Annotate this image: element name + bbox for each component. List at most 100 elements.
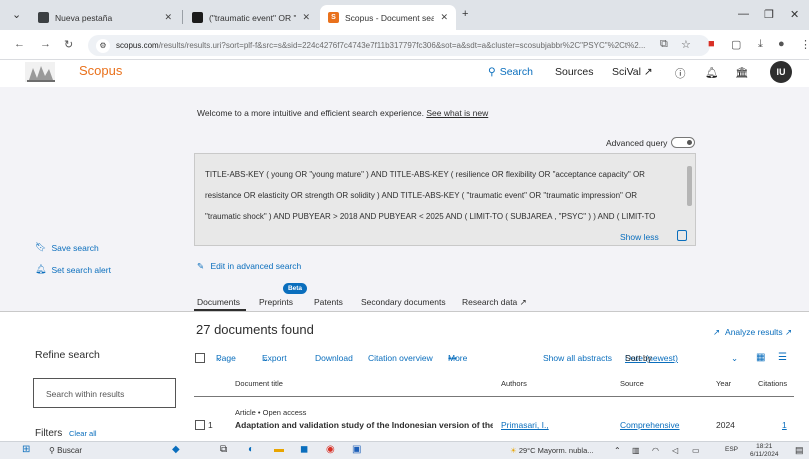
close-tab-icon[interactable]: ✕ [302,12,310,23]
clock-date: 6/11/2024 [750,451,779,458]
bookmark-star-icon[interactable]: ☆ [681,38,691,51]
nav-sources[interactable]: Sources [555,66,594,78]
reload-icon[interactable]: ↻ [64,38,73,51]
user-avatar[interactable]: IU [770,61,792,83]
result-citations-link[interactable]: 1 [782,420,787,430]
browser-tab-new-tab[interactable]: Nueva pestaña ✕ [30,5,180,30]
scopus-favicon-icon: S [328,12,339,23]
translate-icon[interactable]: ⧉ [660,38,668,51]
weather-widget[interactable]: ☀ 29°C Mayorm. nubla... [510,446,594,455]
clear-all-link[interactable]: Clear all [69,429,97,438]
chrome-taskbar-icon[interactable]: ◉ [326,444,335,455]
edit-advanced-search-link[interactable]: ✎ Edit in advanced search [197,261,301,272]
tab-secondary-documents[interactable]: Secondary documents [361,297,446,307]
show-less-button[interactable]: Show less [620,232,659,242]
column-header-year[interactable]: Year [716,379,731,388]
institution-icon[interactable]: 🏛︎ [735,66,748,79]
save-search-link[interactable]: 🔖︎ Save search [35,242,99,253]
notifications-bell-icon[interactable]: 🔔︎ [705,66,718,79]
search-icon: ⚲ [488,66,496,78]
minimize-icon[interactable]: — [738,8,749,20]
download-icon[interactable]: ⤓ [758,38,763,51]
sort-chevron-down-icon[interactable]: ⌄ [731,353,738,364]
see-what-is-new-link[interactable]: See what is new [426,108,488,118]
profile-icon[interactable]: ● [778,38,785,50]
volume-icon[interactable]: ◁ [672,446,678,455]
restore-icon[interactable]: ❐ [764,8,774,21]
result-title-link[interactable]: Adaptation and validation study of the I… [235,420,493,430]
citation-overview-button[interactable]: Citation overview [368,353,433,363]
select-all-checkbox[interactable] [195,353,205,363]
windows-start-icon[interactable]: ⊞ [22,444,30,455]
save-search-label: Save search [51,242,99,253]
wifi-icon[interactable]: ◠ [652,446,659,455]
close-tab-icon[interactable]: ✕ [440,12,448,23]
filters-label: Filters [35,428,63,439]
menu-icon[interactable]: ⋮ [800,38,809,51]
word-icon[interactable]: ▣ [352,444,361,455]
query-line: TITLE-ABS-KEY ( young OR "young mature" … [205,170,645,179]
show-all-abstracts-button[interactable]: Show all abstracts [543,353,612,363]
nav-search[interactable]: ⚲ Search [488,66,533,78]
back-icon[interactable]: ← [14,38,25,50]
sort-by-label: Sort by [625,353,652,363]
tray-app-icon[interactable]: ▥ [632,446,640,455]
browser-tab-search[interactable]: ("traumatic event" OR "trauma ✕ [184,5,318,30]
browser-tab-scopus[interactable]: S Scopus - Document search res ✕ [320,5,456,30]
result-checkbox[interactable] [195,420,205,430]
result-source-link[interactable]: Comprehensive [620,420,680,430]
sort-by-control[interactable]: Sort by Date (newest) [625,353,678,363]
taskbar-search-label: Buscar [57,446,82,455]
column-header-citations[interactable]: Citations [758,379,787,388]
language-indicator[interactable]: ESP [725,446,738,453]
extension-icon[interactable]: ■ [708,38,715,50]
tray-chevron-icon[interactable]: ⌃ [614,446,621,455]
query-scrollbar[interactable] [686,158,693,222]
file-explorer-icon[interactable]: ▬ [274,444,284,455]
result-authors-link[interactable]: Primasari, I., [501,420,549,430]
site-info-icon[interactable]: ⚙ [96,38,110,53]
analyze-results-link[interactable]: ↗ Analyze results ↗ [713,327,792,338]
toggle-switch[interactable] [671,137,696,148]
download-button[interactable]: Download [315,353,353,363]
analyze-results-label: Analyze results ↗ [725,327,793,337]
widgets-icon[interactable]: ◆ [172,444,180,455]
browser-tab-bar: ⌄ Nueva pestaña ✕ ("traumatic event" OR … [0,0,809,30]
battery-icon[interactable]: ▭ [692,446,700,455]
edge-icon[interactable]: ◐ [248,444,254,455]
url-field[interactable]: ⚙ scopus.com /results/results.uri?sort=p… [88,35,710,56]
tab-preprints[interactable]: Preprints [259,297,293,307]
extensions-puzzle-icon[interactable]: ▢ [731,38,741,51]
more-label: More [448,353,468,363]
welcome-text: Welcome to a more intuitive and efficien… [197,108,424,118]
result-year: 2024 [716,420,735,430]
scopus-brand[interactable]: Scopus [79,63,122,78]
list-view-icon[interactable]: ☰ [778,352,787,363]
refine-search-heading: Refine search [35,349,100,361]
elsevier-logo-icon[interactable] [21,60,61,85]
tab-title: ("traumatic event" OR "trauma [209,12,297,23]
tab-research-data[interactable]: Research data ↗ [462,297,527,308]
close-tab-icon[interactable]: ✕ [164,12,172,23]
search-within-placeholder: Search within results [46,389,125,399]
forward-icon[interactable]: → [40,38,51,50]
taskbar-search[interactable]: ⚲ Buscar [49,446,82,455]
close-window-icon[interactable]: ✕ [790,8,799,21]
new-tab-button[interactable]: + [462,8,468,20]
advanced-query-toggle[interactable]: Advanced query [606,137,696,148]
notifications-icon[interactable]: ▤ [795,445,804,456]
search-within-results-input[interactable]: Search within results [33,378,176,408]
table-view-icon[interactable]: ▦ [756,352,765,363]
copy-query-icon[interactable] [677,230,687,241]
tab-patents[interactable]: Patents [314,297,343,307]
taskbar-clock[interactable]: 18:21 6/11/2024 [750,443,778,459]
outlook-icon[interactable]: ◼ [300,444,308,455]
set-alert-link[interactable]: 🔔︎ Set search alert [35,264,111,275]
tab-documents[interactable]: Documents [197,297,240,307]
address-bar-row: ← → ↻ ⚙ scopus.com /results/results.uri?… [0,30,809,60]
task-view-icon[interactable]: ⧉ [220,444,227,455]
help-icon[interactable]: ⓘ [675,66,686,81]
nav-scival[interactable]: SciVal ↗ [612,66,653,78]
chevron-down-icon: ⌄ [262,353,270,363]
tab-list-chevron-icon[interactable]: ⌄ [12,8,21,21]
